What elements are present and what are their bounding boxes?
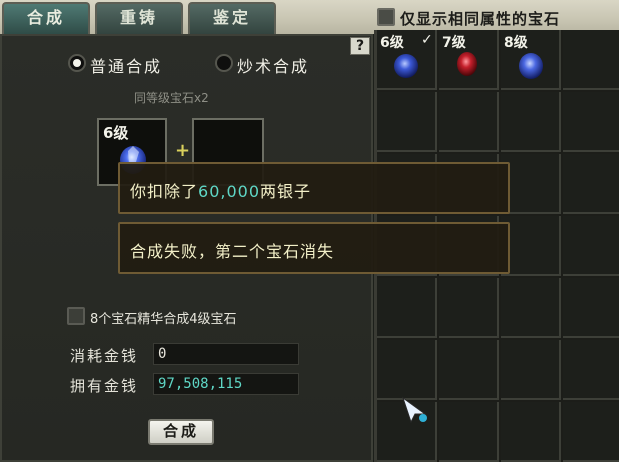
tab-identify[interactable]: 鉴定 <box>188 2 276 34</box>
inventory-cell-20[interactable] <box>563 278 619 338</box>
inventory-cell-24[interactable] <box>563 340 619 400</box>
essence-compose-label: 8个宝石精华合成4级宝石 <box>90 312 237 327</box>
inventory-cell-2-level: 7级 <box>442 35 466 51</box>
inventory-cell-3[interactable]: 8级 <box>501 30 561 90</box>
inventory-cell-6[interactable] <box>439 92 499 152</box>
inventory-cell-8[interactable] <box>563 92 619 152</box>
cost-value-field: 0 <box>153 343 299 365</box>
inventory-cell-7[interactable] <box>501 92 561 152</box>
inventory-cell-1-level: 6级 <box>380 35 404 51</box>
cost-label: 消耗金钱 <box>70 347 139 365</box>
inventory-cell-22[interactable] <box>439 340 499 400</box>
requirement-hint: 同等级宝石x2 <box>134 91 209 105</box>
help-button[interactable]: ? <box>350 37 370 55</box>
tab-recast[interactable]: 重铸 <box>95 2 183 34</box>
blue-gem-icon <box>394 54 418 78</box>
inventory-cell-26[interactable] <box>439 402 499 462</box>
inventory-cell-21[interactable] <box>377 340 437 400</box>
mouse-cursor-icon <box>402 396 427 424</box>
inventory-cell-5[interactable] <box>377 92 437 152</box>
owned-value-field: 97,508,115 <box>153 373 299 395</box>
inventory-cell-16[interactable] <box>563 216 619 276</box>
normal-compose-label: 普通合成 <box>90 57 163 76</box>
red-gem-icon <box>457 52 477 76</box>
special-compose-label: 炒术合成 <box>237 57 310 76</box>
plus-sign: + <box>175 140 191 161</box>
inventory-cell-12[interactable] <box>563 154 619 214</box>
deduct-suffix: 两银子 <box>260 182 312 201</box>
owned-label: 拥有金钱 <box>70 377 139 395</box>
inventory-cell-15[interactable] <box>501 216 561 276</box>
selected-check-icon: ✓ <box>421 32 433 48</box>
failure-text: 合成失败，第二个宝石消失 <box>130 242 335 261</box>
tab-compose[interactable]: 合成 <box>2 2 90 34</box>
inventory-cell-2[interactable]: 7级 <box>439 30 499 90</box>
inventory-cell-23[interactable] <box>501 340 561 400</box>
compose-failed-message: 合成失败，第二个宝石消失 <box>118 222 510 274</box>
special-compose-radio[interactable] <box>215 54 233 72</box>
inventory-cell-18[interactable] <box>439 278 499 338</box>
deduct-money-message: 你扣除了60,000两银子 <box>118 162 510 214</box>
inventory-cell-27[interactable] <box>501 402 561 462</box>
essence-compose-checkbox[interactable] <box>67 307 85 325</box>
normal-compose-radio[interactable] <box>68 54 86 72</box>
filter-same-attribute-checkbox[interactable] <box>377 8 395 26</box>
inventory-cell-17[interactable] <box>377 278 437 338</box>
deduct-amount: 60,000 <box>198 182 260 201</box>
inventory-cell-1[interactable]: 6级 ✓ <box>377 30 437 90</box>
inventory-cell-11[interactable] <box>501 154 561 214</box>
inventory-cell-19[interactable] <box>501 278 561 338</box>
inventory-cell-4[interactable] <box>563 30 619 90</box>
blue-gem-icon <box>519 53 543 79</box>
deduct-prefix: 你扣除了 <box>130 182 199 201</box>
gem-slot-1-level: 6级 <box>103 124 129 142</box>
inventory-cell-3-level: 8级 <box>504 35 528 51</box>
filter-same-attribute-label: 仅显示相同属性的宝石 <box>400 10 561 28</box>
inventory-cell-28[interactable] <box>563 402 619 462</box>
compose-button[interactable]: 合成 <box>148 419 214 445</box>
